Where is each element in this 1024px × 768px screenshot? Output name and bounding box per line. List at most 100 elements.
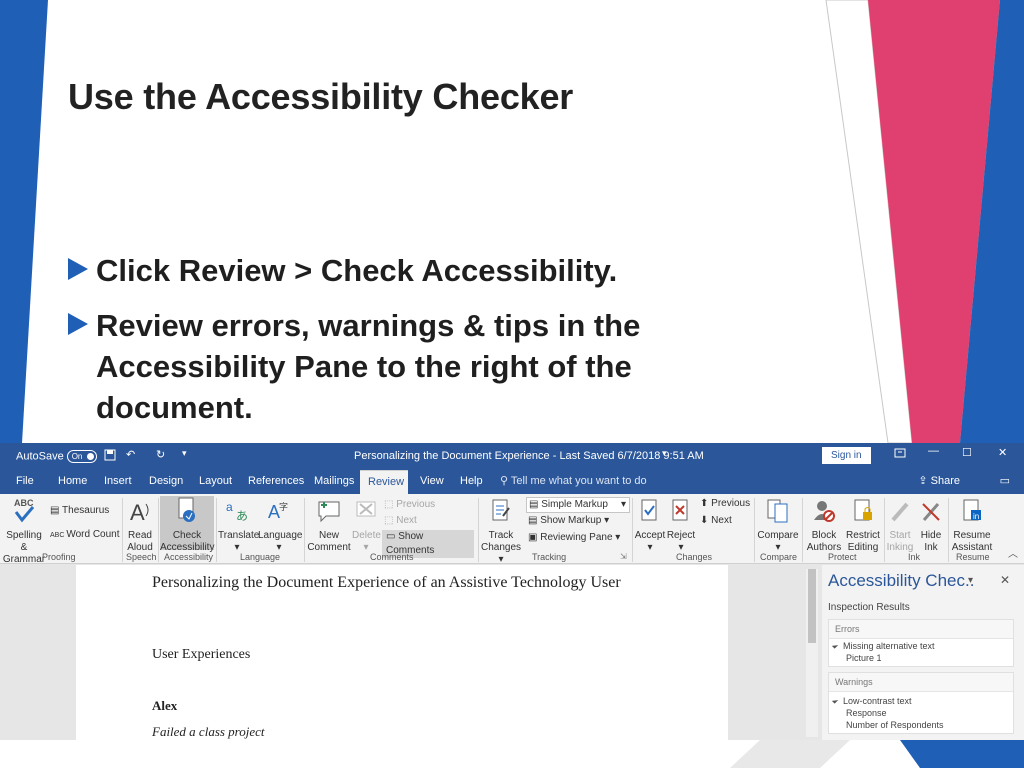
chevron-down-icon: ▾ <box>620 499 626 510</box>
tab-file[interactable]: File <box>8 470 42 494</box>
next-change-button[interactable]: ⬇ Next <box>700 514 732 528</box>
warning-subitem[interactable]: Response <box>829 706 1013 718</box>
word-window: AutoSave On ↶ ↻ ▾ Personalizing the Docum… <box>0 443 1024 740</box>
group-label-speech: Speech <box>126 552 157 562</box>
accept-button[interactable]: Accept ▾ <box>634 498 666 554</box>
comments-icon[interactable]: ▭ <box>1000 470 1010 492</box>
document-heading: Personalizing the Document Experience of… <box>152 574 621 591</box>
title-dropdown-icon[interactable]: ▾ <box>662 448 667 459</box>
check-accessibility-button[interactable]: Check Accessibility <box>160 496 214 553</box>
bullet-list: Click Review > Check Accessibility. Revi… <box>68 250 728 442</box>
svg-text:in: in <box>973 512 979 521</box>
warning-item[interactable]: Low-contrast text <box>829 694 1013 706</box>
accessibility-pane: Accessibility Chec.. ▾ ✕ Inspection Resu… <box>822 565 1024 740</box>
compare-button[interactable]: Compare ▾ <box>756 498 800 554</box>
delete-comment-button[interactable]: Delete ▾ <box>352 498 381 554</box>
save-icon[interactable] <box>104 449 116 464</box>
language-button[interactable]: A字 Language ▾ <box>258 498 303 554</box>
language-icon: A字 <box>258 498 300 528</box>
word-count-icon: ABC <box>50 532 67 539</box>
show-markup-button[interactable]: ▤ Show Markup ▾ <box>528 514 609 528</box>
pane-options-icon[interactable]: ▾ <box>968 575 973 586</box>
group-label-protect: Protect <box>828 552 857 562</box>
translate-button[interactable]: aあ Translate ▾ <box>218 498 259 554</box>
minimize-icon[interactable]: — <box>928 445 939 457</box>
ribbon: ABC Spelling & Grammar ▤ Thesaurus ABC Wo… <box>0 494 1024 566</box>
bullet-item: Review errors, warnings & tips in the Ac… <box>68 305 728 428</box>
reject-button[interactable]: Reject ▾ <box>666 498 696 554</box>
tab-layout[interactable]: Layout <box>191 470 240 494</box>
share-button[interactable]: ⇪ Share <box>918 470 960 492</box>
bullet-text: Click Review > Check Accessibility. <box>96 253 618 288</box>
tab-home[interactable]: Home <box>50 470 95 494</box>
svg-text:あ: あ <box>236 509 248 523</box>
ribbon-options-icon[interactable] <box>894 447 906 462</box>
customize-icon[interactable]: ▾ <box>182 448 187 459</box>
resume-assistant-button[interactable]: in Resume Assistant <box>950 498 994 554</box>
bullet-arrow-icon <box>68 313 88 335</box>
tell-me-search[interactable]: ⚲ Tell me what you want to do <box>500 470 647 494</box>
tab-design[interactable]: Design <box>141 470 191 494</box>
undo-icon[interactable]: ↶ <box>126 448 135 461</box>
warning-subitem[interactable]: Number of Respondents <box>829 718 1013 733</box>
warnings-section: Warnings Low-contrast text Response Numb… <box>828 672 1014 734</box>
track-changes-icon <box>480 498 522 528</box>
tab-help[interactable]: Help <box>452 470 491 494</box>
error-subitem[interactable]: Picture 1 <box>829 651 1013 666</box>
document-name: Alex <box>152 698 178 713</box>
dialog-launcher-icon[interactable]: ⇲ <box>620 550 627 564</box>
redo-icon[interactable]: ↻ <box>156 448 165 461</box>
pane-title: Accessibility Chec.. <box>828 571 975 590</box>
errors-header[interactable]: Errors <box>829 620 1013 639</box>
reviewing-pane-icon: ▣ <box>528 532 541 543</box>
translate-icon: aあ <box>218 498 256 528</box>
block-authors-button[interactable]: Block Authors <box>804 498 844 554</box>
document-section-heading: User Experiences <box>152 647 251 662</box>
next-change-icon: ⬇ <box>700 515 712 526</box>
thesaurus-icon: ▤ <box>50 505 63 516</box>
bullet-item: Click Review > Check Accessibility. <box>68 250 728 291</box>
restrict-editing-button[interactable]: Restrict Editing <box>844 498 882 554</box>
close-icon[interactable]: ✕ <box>998 446 1007 459</box>
tab-view[interactable]: View <box>412 470 452 494</box>
bullet-arrow-icon <box>68 258 88 280</box>
word-count-button[interactable]: ABC Word Count <box>50 528 120 543</box>
track-changes-button[interactable]: Track Changes ▾ <box>480 498 522 566</box>
hide-ink-button[interactable]: Hide Ink <box>916 498 946 554</box>
autosave-toggle[interactable]: On <box>66 450 97 463</box>
sign-in-button[interactable]: Sign in <box>822 447 871 464</box>
tab-insert[interactable]: Insert <box>96 470 140 494</box>
inspection-results-label: Inspection Results <box>828 602 910 613</box>
markup-icon: ▤ <box>529 499 542 510</box>
previous-change-button[interactable]: ⬆ Previous <box>700 497 750 511</box>
read-aloud-button[interactable]: A Read Aloud <box>124 498 156 554</box>
spelling-grammar-button[interactable]: ABC Spelling & Grammar <box>2 496 46 566</box>
tab-mailings[interactable]: Mailings <box>306 470 362 494</box>
close-pane-icon[interactable]: ✕ <box>1000 573 1010 587</box>
accept-icon <box>634 498 666 528</box>
start-inking-button[interactable]: Start Inking <box>886 498 914 554</box>
svg-text:ABC: ABC <box>14 498 34 508</box>
lock-icon <box>844 498 882 528</box>
reject-icon <box>666 498 696 528</box>
group-label-ink: Ink <box>908 552 921 562</box>
previous-comment-button[interactable]: ⬚ Previous <box>384 498 435 512</box>
scrollbar-thumb[interactable] <box>808 569 816 643</box>
new-comment-button[interactable]: New Comment <box>306 498 352 554</box>
warnings-header[interactable]: Warnings <box>829 673 1013 692</box>
tab-references[interactable]: References <box>240 470 312 494</box>
collapse-ribbon-icon[interactable]: ︿ <box>1008 548 1018 562</box>
autosave-label[interactable]: AutoSave On <box>16 450 97 463</box>
markup-display-select[interactable]: ▤ Simple Markup ▾ <box>526 497 630 513</box>
reviewing-pane-button[interactable]: ▣ Reviewing Pane ▾ <box>528 531 620 545</box>
previous-comment-icon: ⬚ <box>384 499 397 510</box>
next-comment-button[interactable]: ⬚ Next <box>384 514 417 528</box>
error-item[interactable]: Missing alternative text <box>829 639 1013 651</box>
thesaurus-button[interactable]: ▤ Thesaurus <box>50 504 109 518</box>
tab-review[interactable]: Review <box>360 470 408 494</box>
next-comment-icon: ⬚ <box>384 515 397 526</box>
restore-icon[interactable]: ☐ <box>962 446 972 459</box>
document-page[interactable]: Personalizing the Document Experience of… <box>76 565 728 740</box>
vertical-scrollbar[interactable] <box>806 569 818 737</box>
group-label-tracking: Tracking <box>532 552 567 562</box>
